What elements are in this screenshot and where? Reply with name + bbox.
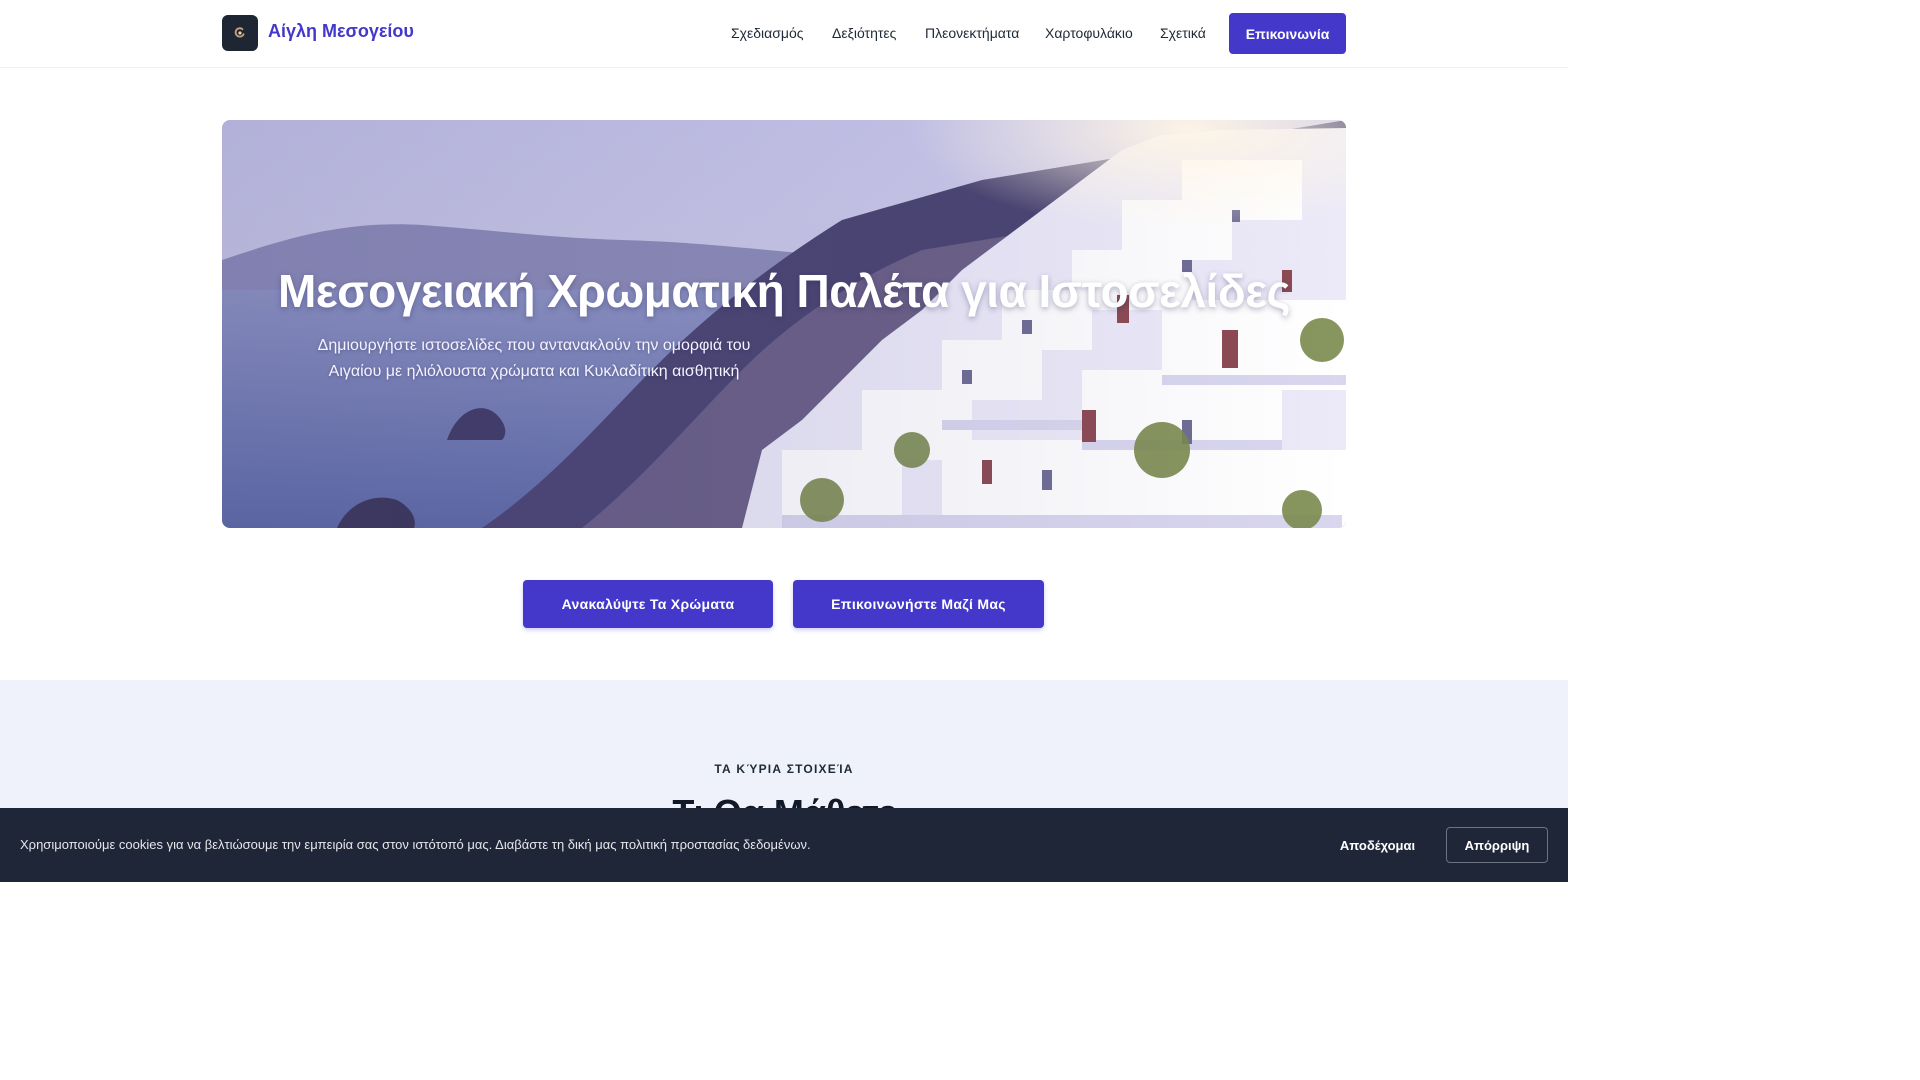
nav-link-portfolio[interactable]: Χαρτοφυλάκιο [1045, 25, 1133, 41]
section-eyebrow: ΤΑ ΚΎΡΙΑ ΣΤΟΙΧΕΊΑ [714, 762, 854, 776]
cookie-banner: Χρησιμοποιούμε cookies για να βελτιώσουμ… [0, 808, 1568, 882]
logo-icon[interactable] [222, 15, 258, 51]
contact-button[interactable]: Επικοινωνία [1229, 13, 1346, 54]
contact-us-button[interactable]: Επικοινωνήστε Μαζί Μας [793, 580, 1044, 628]
brand-name[interactable]: Αίγλη Μεσογείου [268, 21, 414, 42]
hero-banner: Μεσογειακή Χρωματική Παλέτα για Ιστοσελί… [222, 120, 1346, 528]
site-header: Αίγλη Μεσογείου Σχεδιασμός Δεξιότητες Πλ… [0, 0, 1568, 68]
reject-cookies-button[interactable]: Απόρριψη [1446, 827, 1548, 863]
nav-link-skills[interactable]: Δεξιότητες [832, 25, 896, 41]
hero-title: Μεσογειακή Χρωματική Παλέτα για Ιστοσελί… [278, 265, 1290, 317]
hero-subtitle: Δημιουργήστε ιστοσελίδες που αντανακλούν… [317, 337, 751, 380]
nav-link-about[interactable]: Σχετικά [1160, 25, 1206, 41]
accept-cookies-button[interactable]: Αποδέχομαι [1322, 827, 1433, 863]
nav-link-design[interactable]: Σχεδιασμός [731, 25, 803, 41]
santorini-photo-icon [222, 120, 1346, 528]
cookie-message: Χρησιμοποιούμε cookies για να βελτιώσουμ… [20, 837, 811, 852]
discover-colors-button[interactable]: Ανακαλύψτε Τα Χρώματα [523, 580, 773, 628]
nav-link-advantages[interactable]: Πλεονεκτήματα [925, 25, 1019, 41]
